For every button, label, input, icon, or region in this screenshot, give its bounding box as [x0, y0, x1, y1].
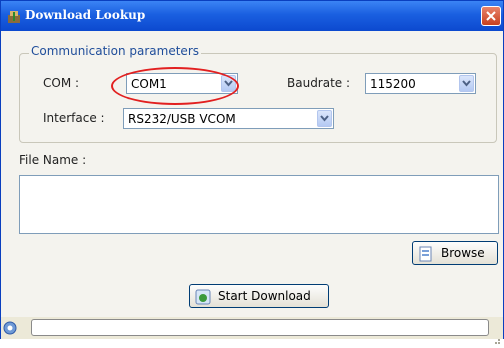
interface-value: RS232/USB VCOM	[128, 112, 236, 126]
app-icon	[7, 9, 21, 23]
interface-label: Interface :	[43, 111, 105, 125]
download-lookup-window: Download Lookup Communication parameters…	[0, 0, 504, 344]
status-bar	[1, 317, 503, 344]
baudrate-label: Baudrate :	[287, 76, 351, 90]
close-button[interactable]	[481, 6, 501, 26]
window-title: Download Lookup	[25, 8, 146, 22]
highlight-circle	[111, 67, 239, 105]
baudrate-value: 115200	[370, 77, 416, 91]
close-icon	[486, 11, 496, 21]
browse-icon	[418, 246, 434, 262]
title-bar[interactable]: Download Lookup	[1, 1, 503, 31]
file-name-label: File Name :	[19, 153, 87, 167]
status-icon	[3, 320, 17, 335]
status-field	[31, 319, 489, 336]
dropdown-arrow-icon[interactable]	[459, 75, 474, 92]
file-name-field[interactable]	[19, 175, 499, 234]
browse-button[interactable]: Browse	[412, 241, 498, 265]
download-icon	[195, 289, 211, 305]
resize-grip-icon[interactable]	[492, 329, 500, 344]
interface-select[interactable]: RS232/USB VCOM	[123, 108, 334, 129]
browse-label: Browse	[441, 246, 485, 260]
com-label: COM :	[43, 76, 80, 90]
baudrate-select[interactable]: 115200	[365, 73, 476, 94]
dropdown-arrow-icon[interactable]	[317, 110, 332, 127]
start-download-label: Start Download	[218, 289, 311, 303]
group-legend: Communication parameters	[29, 44, 201, 58]
communication-parameters-group	[19, 53, 497, 143]
start-download-button[interactable]: Start Download	[189, 284, 329, 308]
